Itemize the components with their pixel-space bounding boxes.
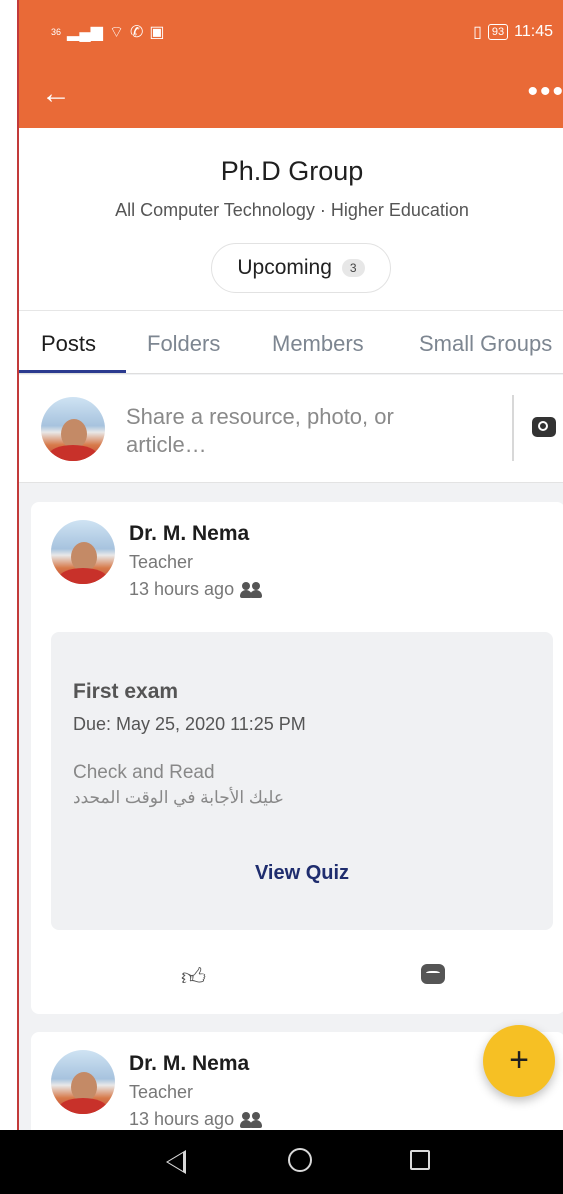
phone-icon: ✆ bbox=[130, 24, 144, 41]
comment-icon[interactable] bbox=[421, 964, 445, 984]
left-margin bbox=[0, 0, 17, 1130]
quiz-description: Check and Read bbox=[73, 762, 215, 783]
app-frame: 36 ▂▄▆ ⌔ ✆ ▣ ▯ 93 11:45 ← ••• Ph.D Group… bbox=[17, 0, 563, 1130]
tab-bar: Posts Folders Members Small Groups bbox=[19, 310, 563, 374]
tab-small-groups[interactable]: Small Groups bbox=[419, 331, 552, 357]
quiz-title: First exam bbox=[73, 680, 179, 703]
post-time: 13 hours ago bbox=[129, 1109, 263, 1130]
upcoming-label: Upcoming bbox=[237, 256, 332, 279]
message-icon: ▣ bbox=[149, 24, 165, 41]
camera-icon[interactable] bbox=[532, 417, 556, 437]
post-time-text: 13 hours ago bbox=[129, 579, 235, 599]
post-card: Dr. M. Nema Teacher 13 hours ago bbox=[31, 1032, 563, 1130]
group-header: Ph.D Group All Computer Technology · Hig… bbox=[19, 128, 563, 310]
post-author-role: Teacher bbox=[129, 552, 194, 572]
quiz-due-date: Due: May 25, 2020 11:25 PM bbox=[73, 714, 306, 734]
upcoming-count-badge: 3 bbox=[341, 259, 365, 277]
group-subtitle: All Computer Technology · Higher Educati… bbox=[115, 200, 469, 220]
nav-home-icon[interactable] bbox=[288, 1148, 312, 1172]
system-nav-bar bbox=[0, 1130, 563, 1194]
tab-posts[interactable]: Posts bbox=[41, 331, 96, 357]
view-quiz-button[interactable]: View Quiz bbox=[51, 862, 553, 885]
signal-icon: ▂▄▆ bbox=[67, 24, 103, 41]
add-post-fab[interactable]: + bbox=[483, 1025, 555, 1097]
nav-back-icon[interactable] bbox=[166, 1150, 186, 1174]
more-icon[interactable]: ••• bbox=[527, 77, 563, 107]
signal-text: 36 bbox=[51, 27, 62, 37]
group-icon bbox=[240, 1111, 263, 1128]
post-time: 13 hours ago bbox=[129, 579, 263, 600]
time-text: 11:45 bbox=[514, 23, 553, 40]
post-author[interactable]: Dr. M. Nema bbox=[129, 1052, 249, 1076]
tab-folders[interactable]: Folders bbox=[147, 331, 220, 357]
wifi-icon: ⌔ bbox=[108, 24, 125, 41]
group-title: Ph.D Group bbox=[220, 156, 364, 186]
quiz-attachment[interactable]: First exam Due: May 25, 2020 11:25 PM Ch… bbox=[51, 632, 553, 930]
like-icon[interactable]: 👍︎ bbox=[181, 964, 206, 992]
status-left: 36 ▂▄▆ ⌔ ✆ ▣ bbox=[51, 22, 165, 42]
upcoming-button[interactable]: Upcoming 3 bbox=[211, 243, 391, 293]
group-icon bbox=[240, 581, 263, 598]
tab-members[interactable]: Members bbox=[272, 331, 364, 357]
composer-placeholder[interactable]: Share a resource, photo, or article… bbox=[126, 403, 466, 459]
post-author-role: Teacher bbox=[129, 1082, 194, 1102]
avatar[interactable] bbox=[51, 1050, 115, 1114]
status-bar: 36 ▂▄▆ ⌔ ✆ ▣ ▯ 93 11:45 bbox=[19, 0, 563, 60]
battery-indicator: 93 bbox=[487, 24, 509, 40]
nav-recents-icon[interactable] bbox=[410, 1150, 430, 1170]
active-tab-indicator bbox=[19, 370, 126, 373]
post-author[interactable]: Dr. M. Nema bbox=[129, 522, 249, 546]
avatar[interactable] bbox=[51, 520, 115, 584]
status-right: ▯ 93 11:45 bbox=[473, 22, 553, 42]
post-composer[interactable]: Share a resource, photo, or article… bbox=[19, 375, 563, 483]
vibrate-icon: ▯ bbox=[473, 24, 482, 41]
back-arrow-icon[interactable]: ← bbox=[41, 74, 81, 114]
post-time-text: 13 hours ago bbox=[129, 1109, 235, 1129]
divider bbox=[512, 395, 514, 461]
post-card: Dr. M. Nema Teacher 13 hours ago First e… bbox=[31, 502, 563, 1014]
app-bar: ← ••• bbox=[19, 60, 563, 128]
avatar bbox=[41, 397, 105, 461]
quiz-description-arabic: عليك الأجابة في الوقت المحدد bbox=[73, 788, 285, 807]
